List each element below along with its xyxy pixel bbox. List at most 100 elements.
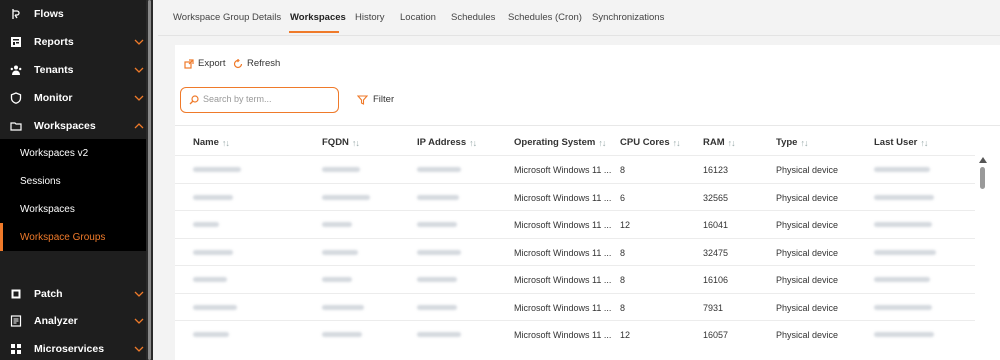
redacted-cell	[322, 277, 352, 282]
column-header-ip-address[interactable]: IP Address ↑↓	[417, 137, 477, 148]
sort-icon: ↑↓	[800, 137, 808, 148]
redacted-cell	[193, 332, 229, 337]
cell-operating-system: Microsoft Windows 11 ...	[514, 302, 612, 313]
tab-workspaces[interactable]: Workspaces	[290, 12, 346, 23]
sidebar-scrollbar-thumb[interactable]	[148, 0, 151, 360]
sort-icon: ↑↓	[920, 137, 928, 148]
tab-schedules-cron[interactable]: Schedules (Cron)	[508, 12, 582, 23]
table-row[interactable]: Microsoft Windows 11 ... 6 32565 Physical d…	[175, 182, 975, 210]
sidebar-item-label: Monitor	[34, 92, 73, 104]
sort-icon: ↑↓	[221, 137, 230, 148]
chevron-down-icon[interactable]	[134, 37, 144, 47]
column-header-operating-system[interactable]: Operating System ↑↓	[514, 137, 606, 148]
redacted-cell	[322, 249, 358, 255]
tab-synchronizations[interactable]: Synchronizations	[592, 12, 664, 23]
cell-cpu-cores: 12	[620, 220, 631, 230]
column-header-fqdn[interactable]: FQDN ↑↓	[322, 137, 360, 148]
chevron-up-icon[interactable]	[134, 121, 144, 131]
active-indicator	[0, 223, 3, 251]
table-row[interactable]: Microsoft Windows 11 ... 12 16041 Physical …	[175, 210, 975, 237]
chevron-down-icon[interactable]	[134, 65, 144, 75]
redacted-cell	[193, 249, 233, 255]
table-row[interactable]: Microsoft Windows 11 ... 12 16057 Physical …	[175, 320, 975, 347]
cell-ram: 7931	[703, 302, 724, 313]
cell-cpu-cores: 6	[620, 192, 626, 203]
chevron-down-icon[interactable]	[134, 93, 144, 103]
redacted-cell	[193, 304, 237, 310]
column-header-type[interactable]: Type ↑↓	[776, 137, 808, 148]
redacted-cell	[193, 277, 227, 282]
cell-cpu-cores: 8	[620, 275, 626, 285]
sidebar-item-reports[interactable]: Reports	[0, 28, 146, 56]
sort-icon: ↑↓	[351, 137, 360, 148]
table-scrollbar[interactable]	[978, 155, 988, 360]
tab-schedules[interactable]: Schedules	[451, 12, 495, 23]
cell-ram: 16106	[703, 275, 729, 285]
search-input[interactable]	[203, 94, 333, 104]
submenu-item-workspace-groups[interactable]: Workspace Groups	[20, 232, 105, 243]
submenu-item-sessions[interactable]: Sessions	[20, 176, 61, 187]
redacted-cell	[193, 194, 233, 200]
table-scrollbar-thumb[interactable]	[980, 167, 985, 189]
sidebar-item-label: Analyzer	[34, 315, 78, 327]
column-header-last-user[interactable]: Last User ↑↓	[874, 137, 928, 148]
chevron-down-icon[interactable]	[134, 289, 144, 299]
redacted-cell	[874, 277, 930, 282]
cell-type: Physical device	[776, 192, 839, 203]
sidebar-item-tenants[interactable]: Tenants	[0, 56, 146, 84]
flows-icon	[10, 8, 22, 20]
table-row[interactable]: Microsoft Windows 11 ... 8 7931 Physical de…	[175, 292, 975, 320]
cell-type: Physical device	[776, 302, 839, 313]
sidebar-item-label: Flows	[34, 8, 64, 20]
column-header-cpu-cores[interactable]: CPU Cores ↑↓	[620, 137, 681, 148]
cell-ram: 16041	[703, 220, 729, 230]
sidebar-item-monitor[interactable]: Monitor	[0, 84, 146, 112]
tab-location[interactable]: Location	[400, 12, 436, 23]
analyzer-icon	[10, 315, 22, 327]
cell-operating-system: Microsoft Windows 11 ...	[514, 247, 612, 258]
export-label: Export	[198, 58, 226, 69]
chevron-down-icon[interactable]	[134, 344, 144, 354]
search-box[interactable]	[180, 87, 339, 113]
sidebar-item-label: Workspaces	[34, 120, 96, 132]
redacted-cell	[322, 304, 364, 310]
redacted-cell	[874, 332, 934, 337]
sidebar-item-label: Tenants	[34, 64, 74, 76]
table-row[interactable]: Microsoft Windows 11 ... 8 16106 Physical d…	[175, 265, 975, 292]
submenu-item-workspaces-v2[interactable]: Workspaces v2	[20, 148, 88, 159]
refresh-button[interactable]: Refresh	[233, 58, 280, 69]
sidebar-item-microservices[interactable]: Microservices	[0, 335, 146, 360]
cell-operating-system: Microsoft Windows 11 ...	[514, 165, 612, 175]
sort-icon: ↑↓	[727, 137, 736, 148]
chevron-down-icon[interactable]	[134, 316, 144, 326]
sidebar-item-patch[interactable]: Patch	[0, 280, 146, 308]
redacted-cell	[322, 332, 362, 337]
cell-operating-system: Microsoft Windows 11 ...	[514, 220, 612, 230]
sidebar-item-flows[interactable]: Flows	[0, 0, 146, 28]
tenants-icon	[10, 64, 22, 76]
table-row[interactable]: Microsoft Windows 11 ... 8 16123 Physical d…	[175, 155, 975, 182]
cell-type: Physical device	[776, 165, 839, 175]
cell-ram: 16123	[703, 165, 729, 175]
redacted-cell	[417, 167, 461, 172]
redacted-cell	[417, 194, 459, 200]
redacted-cell	[417, 304, 457, 310]
redacted-cell	[322, 194, 370, 200]
column-header-name[interactable]: Name ↑↓	[193, 137, 230, 148]
microservices-icon	[10, 343, 22, 355]
sidebar-item-workspaces[interactable]: Workspaces	[0, 112, 146, 140]
export-button[interactable]: Export	[184, 58, 225, 69]
tab-history[interactable]: History	[355, 12, 385, 23]
redacted-cell	[322, 222, 352, 227]
table-row[interactable]: Microsoft Windows 11 ... 8 32475 Physical d…	[175, 237, 975, 265]
refresh-label: Refresh	[247, 58, 281, 69]
table-header: Name ↑↓ FQDN ↑↓ IP Address ↑↓ Operating Sys…	[175, 125, 1000, 155]
tab-workspace-group-details[interactable]: Workspace Group Details	[173, 12, 281, 23]
submenu-item-workspaces[interactable]: Workspaces	[20, 204, 75, 215]
column-header-ram[interactable]: RAM ↑↓	[703, 137, 736, 148]
scroll-up-icon[interactable]	[979, 157, 987, 163]
sidebar-item-analyzer[interactable]: Analyzer	[0, 307, 146, 335]
redacted-cell	[417, 332, 461, 337]
sort-icon: ↑↓	[598, 137, 606, 148]
cell-operating-system: Microsoft Windows 11 ...	[514, 330, 612, 340]
